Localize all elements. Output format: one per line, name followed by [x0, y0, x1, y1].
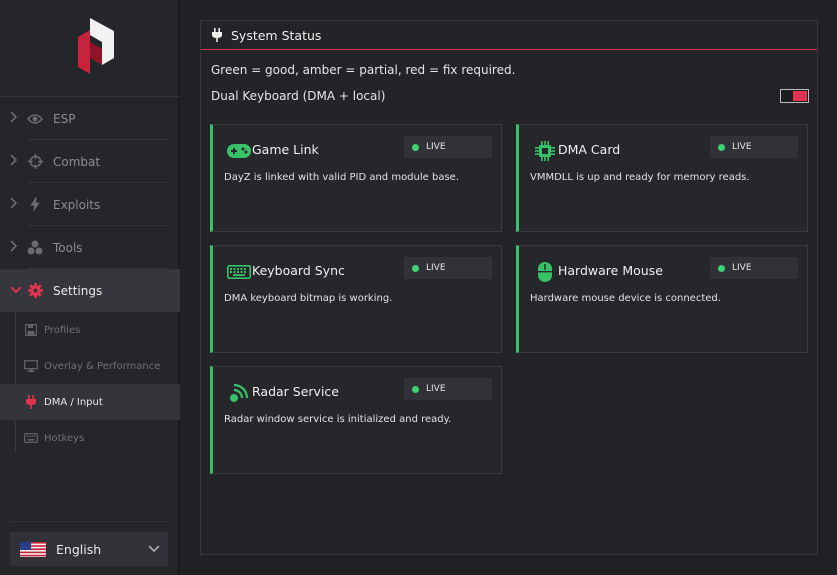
sub-item-dma-input[interactable]: DMA / Input — [0, 384, 180, 420]
sidebar: ESP Combat Exploits Tools Settings Profi… — [0, 0, 180, 575]
monitor-icon — [24, 359, 38, 373]
card-title: Radar Service — [252, 384, 339, 399]
card-title: Keyboard Sync — [252, 263, 345, 278]
nav-item-esp[interactable]: ESP — [0, 97, 180, 140]
us-flag-icon — [20, 541, 46, 557]
sub-item-hotkeys[interactable]: Hotkeys — [0, 420, 180, 456]
chevron-right-icon — [10, 239, 22, 256]
chevron-right-icon — [10, 110, 22, 127]
dual-keyboard-label: Dual Keyboard (DMA + local) — [211, 89, 386, 103]
status-card-hardware-mouse: Hardware Mouse LIVE Hardware mouse devic… — [516, 245, 808, 353]
eye-icon — [26, 110, 44, 128]
sub-item-overlay-performance[interactable]: Overlay & Performance — [0, 348, 180, 384]
system-status-panel: System Status Green = good, amber = part… — [200, 20, 818, 555]
lightning-icon — [26, 196, 44, 214]
nav-label: Tools — [53, 240, 83, 255]
gamepad-icon — [227, 139, 251, 163]
status-legend-note: Green = good, amber = partial, red = fix… — [211, 63, 516, 77]
status-badge: LIVE — [404, 257, 492, 279]
settings-submenu: Profiles Overlay & Performance DMA / Inp… — [0, 312, 180, 456]
crosshair-icon — [26, 153, 44, 171]
language-label: English — [56, 541, 102, 557]
card-title: DMA Card — [558, 142, 621, 157]
gear-icon — [26, 282, 44, 300]
plug-icon — [24, 395, 38, 409]
card-title: Hardware Mouse — [558, 263, 663, 278]
card-description: VMMDLL is up and ready for memory reads. — [530, 172, 750, 183]
status-text: LIVE — [426, 142, 446, 152]
status-card-game-link: Game Link LIVE DayZ is linked with valid… — [210, 124, 502, 232]
chevron-down-icon — [10, 283, 22, 298]
sub-label: Hotkeys — [44, 432, 85, 444]
card-title: Game Link — [252, 142, 319, 157]
sub-item-profiles[interactable]: Profiles — [0, 312, 180, 348]
status-text: LIVE — [732, 142, 752, 152]
nav-label: Combat — [53, 154, 101, 169]
toggle-knob — [793, 91, 807, 101]
card-description: DMA keyboard bitmap is working. — [224, 293, 393, 304]
nav-item-settings[interactable]: Settings — [0, 269, 180, 312]
plug-icon — [212, 28, 222, 42]
chip-icon — [533, 139, 557, 163]
nav-item-combat[interactable]: Combat — [0, 140, 180, 183]
chevron-right-icon — [10, 196, 22, 213]
status-badge: LIVE — [404, 136, 492, 158]
status-text: LIVE — [426, 263, 446, 273]
sub-label: Overlay & Performance — [44, 360, 161, 372]
status-text: LIVE — [426, 384, 446, 394]
main-nav: ESP Combat Exploits Tools Settings Profi… — [0, 97, 180, 456]
status-badge: LIVE — [710, 257, 798, 279]
floppy-icon — [24, 323, 38, 337]
status-card-radar-service: Radar Service LIVE Radar window service … — [210, 366, 502, 474]
chevron-right-icon — [10, 153, 22, 170]
card-description: Radar window service is initialized and … — [224, 414, 452, 425]
mouse-icon — [533, 260, 557, 284]
panel-header: System Status — [201, 21, 817, 50]
sub-label: Profiles — [44, 324, 81, 336]
tools-icon — [26, 239, 44, 257]
card-description: Hardware mouse device is connected. — [530, 293, 721, 304]
panel-title: System Status — [231, 27, 322, 43]
status-card-dma-card: DMA Card LIVE VMMDLL is up and ready for… — [516, 124, 808, 232]
status-card-keyboard-sync: Keyboard Sync LIVE DMA keyboard bitmap i… — [210, 245, 502, 353]
status-text: LIVE — [732, 263, 752, 273]
status-badge: LIVE — [710, 136, 798, 158]
card-description: DayZ is linked with valid PID and module… — [224, 172, 459, 183]
nav-label: Settings — [53, 283, 103, 298]
keyboard-icon — [24, 431, 38, 445]
divider — [10, 521, 168, 522]
dual-keyboard-toggle[interactable] — [780, 89, 809, 103]
language-select[interactable]: English — [10, 532, 168, 566]
status-dot — [412, 385, 419, 393]
status-dot — [412, 264, 419, 272]
status-badge: LIVE — [404, 378, 492, 400]
nav-item-exploits[interactable]: Exploits — [0, 183, 180, 226]
keyboard-icon — [227, 260, 251, 284]
nav-label: ESP — [53, 111, 76, 126]
app-logo — [78, 18, 114, 74]
nav-item-tools[interactable]: Tools — [0, 226, 180, 269]
radar-icon — [227, 381, 251, 405]
nav-label: Exploits — [53, 197, 101, 212]
status-dot — [718, 143, 725, 151]
sub-label: DMA / Input — [44, 396, 103, 408]
status-dot — [412, 143, 419, 151]
status-dot — [718, 264, 725, 272]
chevron-down-icon — [148, 545, 160, 553]
